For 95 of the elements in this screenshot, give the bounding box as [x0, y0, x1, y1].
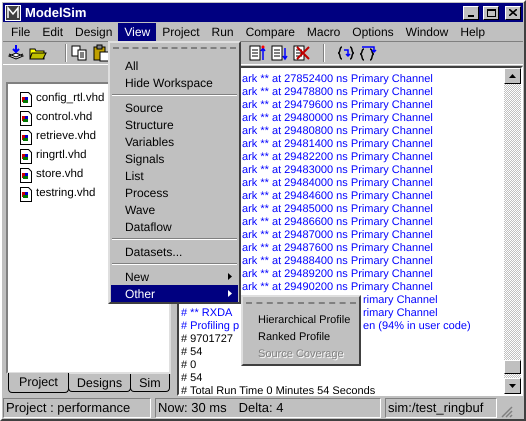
menu-item[interactable]: Window: [400, 22, 454, 40]
vertical-scrollbar[interactable]: [504, 68, 521, 394]
minimize-button[interactable]: [463, 6, 479, 20]
resize-grip-icon[interactable]: [501, 406, 513, 418]
transcript-line: # Profiling p: [181, 320, 240, 333]
transcript-line: # ** RXDA: [181, 307, 232, 320]
close-button[interactable]: [505, 6, 521, 20]
delta-count: Delta: 4: [238, 398, 284, 417]
menu-option[interactable]: Variables: [111, 133, 238, 150]
workspace-tab[interactable]: Sim: [130, 374, 170, 392]
transcript-line: # Total Run Time 0 Minutes 54 Seconds: [181, 385, 376, 394]
transcript-line: ark ** at 29484600 ns Primary Channel: [242, 190, 433, 203]
menu-option[interactable]: Dataflow: [111, 218, 238, 235]
minimize-icon: [468, 14, 474, 16]
transcript-line: ark ** at 29484000 ns Primary Channel: [242, 177, 433, 190]
menu-option[interactable]: Hide Workspace: [111, 74, 238, 91]
menu-item[interactable]: Compare: [240, 22, 301, 40]
menu-item[interactable]: Project: [156, 22, 206, 40]
transcript-line: ark ** at 29482200 ns Primary Channel: [242, 151, 433, 164]
vhdl-file-icon: [20, 168, 32, 182]
vhdl-file-icon: [20, 92, 32, 106]
transcript-line: ark ** at 29486600 ns Primary Channel: [242, 216, 433, 229]
transcript-line: ark ** at 29485000 ns Primary Channel: [242, 203, 433, 216]
transcript-line: # 54: [181, 372, 202, 385]
transcript-line: ark ** at 27852400 ns Primary Channel: [242, 73, 433, 86]
down-arrow-icon: [509, 384, 516, 388]
transcript-line: # 0: [181, 359, 196, 372]
sort-down-icon[interactable]: [271, 44, 289, 62]
transcript-line: ark ** at 29490200 ns Primary Channel: [242, 281, 433, 294]
transcript-line: en (94% in user code): [363, 320, 471, 333]
file-name[interactable]: retrieve.vhd: [36, 128, 96, 146]
menu-option[interactable]: Structure: [111, 116, 238, 133]
scroll-down-button[interactable]: [504, 378, 521, 394]
transcript-line: ark ** at 29488400 ns Primary Channel: [242, 255, 433, 268]
context-status: sim:/test_ringbuf: [385, 398, 497, 418]
load-icon[interactable]: [7, 44, 25, 62]
transcript-line: ark ** at 29489200 ns Primary Channel: [242, 268, 433, 281]
menu-option[interactable]: Process: [111, 184, 238, 201]
maximize-button[interactable]: [483, 6, 499, 20]
workspace-tab[interactable]: Project: [8, 373, 69, 393]
menu-item[interactable]: Macro: [300, 22, 346, 40]
up-arrow-icon: [509, 74, 516, 78]
transcript-line: ark ** at 29479600 ns Primary Channel: [242, 99, 433, 112]
submenu-arrow-icon: [228, 290, 232, 297]
menu-item[interactable]: Edit: [36, 22, 70, 40]
scroll-up-button[interactable]: [504, 68, 521, 84]
step-over-icon[interactable]: [359, 44, 377, 62]
vhdl-file-icon: [20, 186, 32, 202]
menu-option[interactable]: Hierarchical Profile: [244, 312, 358, 329]
vhdl-file-icon: [20, 148, 32, 164]
file-name[interactable]: config_rtl.vhd: [36, 90, 104, 108]
close-icon: [509, 9, 517, 16]
menu-option[interactable]: Other: [111, 285, 238, 302]
file-name[interactable]: testring.vhd: [36, 185, 96, 203]
menu-item[interactable]: Design: [69, 22, 118, 40]
transcript-line: ark ** at 29487000 ns Primary Channel: [242, 229, 433, 242]
menu-item[interactable]: View: [118, 22, 156, 40]
transcript-line: # 9701727: [181, 333, 233, 346]
transcript-line: ark ** at 29481400 ns Primary Channel: [242, 138, 433, 151]
menu-item[interactable]: Options: [346, 22, 400, 40]
submenu-arrow-icon: [228, 273, 232, 280]
menu-item[interactable]: Help: [454, 22, 491, 40]
maximize-icon: [486, 8, 496, 16]
menu-option[interactable]: New: [111, 268, 238, 285]
menu-item[interactable]: File: [5, 22, 36, 40]
file-name[interactable]: control.vhd: [36, 109, 92, 127]
menu-option[interactable]: Ranked Profile: [244, 329, 358, 346]
window-title: ModelSim: [25, 4, 88, 22]
transcript-line: # 54: [181, 346, 202, 359]
step-icon[interactable]: [337, 44, 355, 62]
menu-option[interactable]: All: [111, 57, 238, 74]
now-time: Now: 30 ms: [158, 398, 227, 417]
file-name[interactable]: store.vhd: [36, 166, 84, 184]
menu-option[interactable]: Signals: [111, 150, 238, 167]
copy-icon[interactable]: [71, 45, 89, 61]
vhdl-file-icon: [20, 130, 32, 144]
transcript-line: rimary Channel: [363, 307, 438, 320]
clear-icon[interactable]: [293, 44, 311, 62]
transcript-line: rimary Channel: [363, 294, 438, 307]
app-icon: [5, 4, 21, 20]
scroll-thumb[interactable]: [504, 360, 521, 374]
file-name[interactable]: ringrtl.vhd: [36, 147, 86, 165]
transcript-line: ark ** at 29480800 ns Primary Channel: [242, 125, 433, 138]
vhdl-file-icon: [20, 110, 32, 126]
menu-option[interactable]: Datasets...: [111, 243, 238, 260]
menu-option[interactable]: Source: [111, 99, 238, 116]
transcript-line: ark ** at 29487600 ns Primary Channel: [242, 242, 433, 255]
menu-option[interactable]: Wave: [111, 201, 238, 218]
transcript-line: ark ** at 29483000 ns Primary Channel: [242, 164, 433, 177]
menu-item[interactable]: Run: [206, 22, 240, 40]
menu-option[interactable]: List: [111, 167, 238, 184]
sort-up-icon[interactable]: [249, 44, 267, 62]
transcript-line: ark ** at 29478800 ns Primary Channel: [242, 86, 433, 99]
transcript-line: ark ** at 29480000 ns Primary Channel: [242, 112, 433, 125]
project-status: Project : performance: [3, 398, 151, 418]
